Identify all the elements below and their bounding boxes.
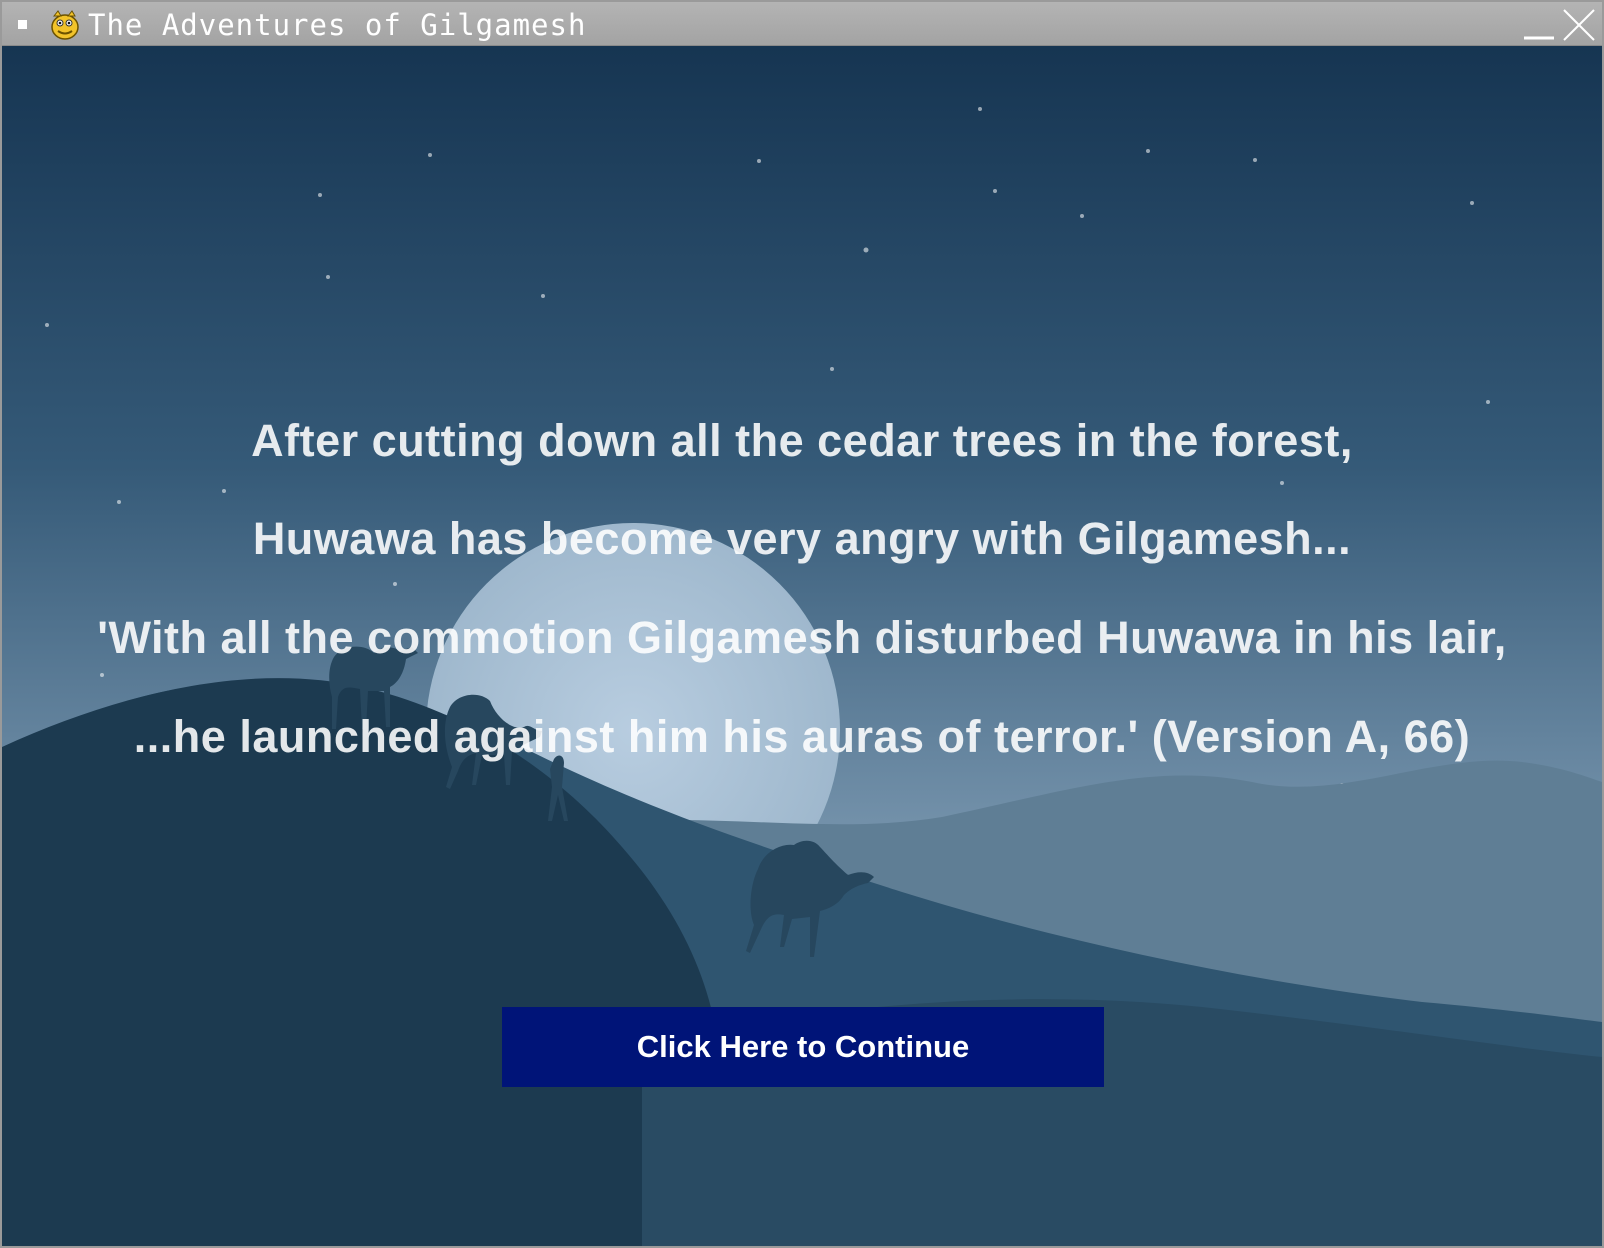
window-menu-icon[interactable]	[18, 20, 27, 29]
story-line: After cutting down all the cedar trees i…	[251, 415, 1353, 466]
continue-button[interactable]: Click Here to Continue	[502, 1007, 1104, 1087]
story-line: ...he launched against him his auras of …	[133, 711, 1471, 762]
close-icon[interactable]	[1560, 6, 1598, 44]
game-window: The Adventures of Gilgamesh After cuttin…	[0, 0, 1604, 1248]
window-title: The Adventures of Gilgamesh	[88, 8, 587, 42]
story-line: 'With all the commotion Gilgamesh distur…	[97, 612, 1507, 663]
pygame-snake-icon	[51, 10, 79, 40]
minimize-icon[interactable]	[1520, 6, 1558, 44]
title-bar[interactable]: The Adventures of Gilgamesh	[2, 2, 1602, 46]
story-line: Huwawa has become very angry with Gilgam…	[252, 513, 1352, 564]
